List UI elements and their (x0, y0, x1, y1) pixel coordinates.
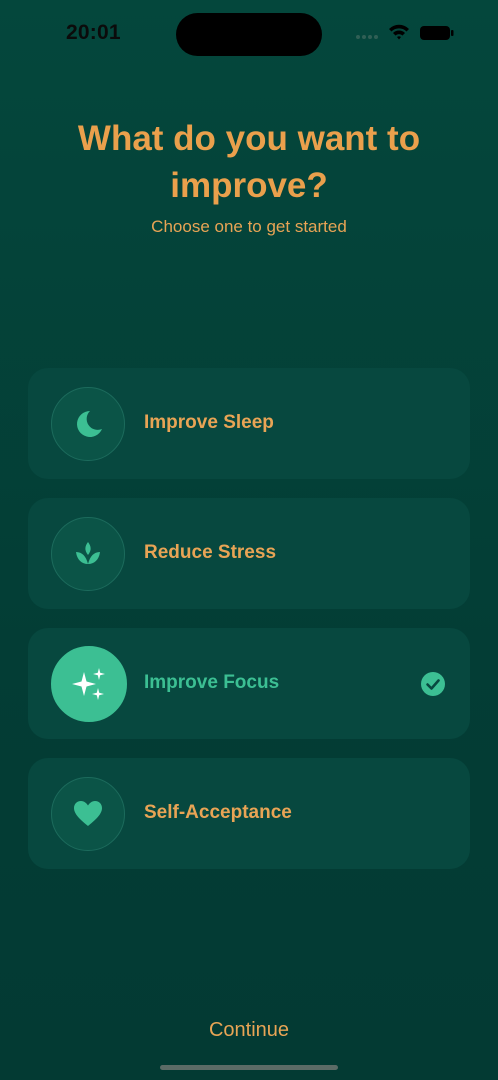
option-improve-focus[interactable]: Improve Focus (28, 628, 470, 739)
option-reduce-stress[interactable]: Reduce Stress (28, 498, 470, 609)
option-label: Improve Sleep (144, 412, 274, 433)
continue-button[interactable]: Continue (149, 1010, 349, 1050)
cellular-signal-icon (356, 35, 378, 39)
option-self-acceptance[interactable]: Self-Acceptance (28, 758, 470, 869)
options-list: Improve Sleep Reduce Stress Improve Focu… (28, 368, 470, 888)
option-label: Improve Focus (144, 672, 280, 693)
home-indicator[interactable] (160, 1065, 338, 1070)
lotus-icon (76, 542, 100, 564)
checkmark-icon (421, 672, 445, 696)
option-icon-container (51, 646, 127, 722)
page-title: What do you want to improve? (77, 119, 421, 205)
wifi-icon (389, 24, 409, 40)
status-bar: 20:01 (0, 0, 498, 68)
sparkles-icon (72, 668, 105, 700)
option-improve-sleep[interactable]: Improve Sleep (28, 368, 470, 479)
heart-icon (74, 801, 102, 826)
page-subtitle: Choose one to get started (151, 217, 347, 236)
option-icon-container (51, 777, 125, 851)
option-label: Self-Acceptance (144, 802, 292, 823)
moon-icon (77, 411, 102, 437)
battery-icon (420, 26, 454, 40)
option-label: Reduce Stress (144, 542, 277, 563)
option-icon-container (51, 387, 125, 461)
status-time: 20:01 (66, 21, 121, 44)
dynamic-island (176, 13, 322, 56)
option-icon-container (51, 517, 125, 591)
